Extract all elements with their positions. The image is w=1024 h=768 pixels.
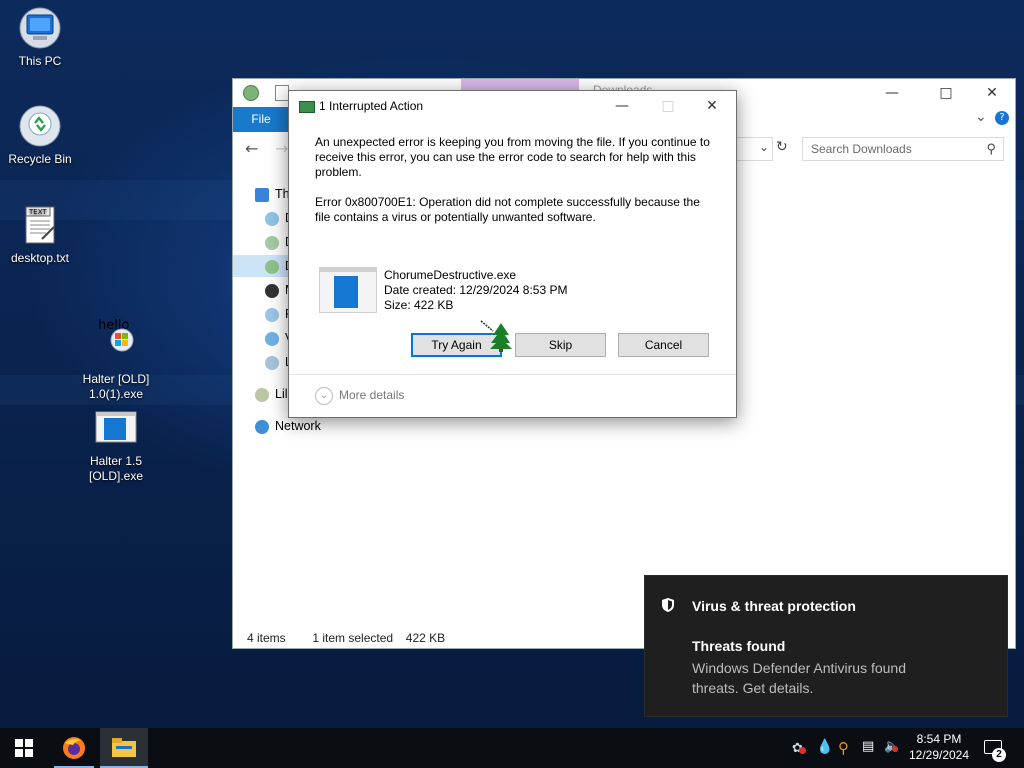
action-center-button[interactable]: 2 <box>978 728 1024 768</box>
taskbar-file-explorer[interactable] <box>100 728 148 768</box>
search-key-icon[interactable]: ⚲ <box>838 739 849 757</box>
desktop-icon-label: Recycle Bin <box>8 152 72 166</box>
nav-label: Network <box>275 419 321 433</box>
desktop-icon-this-pc[interactable]: This PC <box>2 6 78 69</box>
search-placeholder: Search Downloads <box>811 142 912 156</box>
downloads-icon <box>265 259 279 274</box>
file-tab[interactable]: File <box>233 107 289 132</box>
desktop-icon-label: desktop.txt <box>10 251 70 265</box>
taskbar-firefox[interactable] <box>50 728 98 768</box>
notification-count-badge: 2 <box>992 748 1006 762</box>
computer-icon <box>18 6 62 50</box>
status-item-count: 4 items <box>247 631 286 645</box>
quick-access-icon[interactable] <box>243 85 259 101</box>
dialog-close-button[interactable]: ✕ <box>689 91 735 121</box>
clock[interactable]: 8:54 PM 12/29/2024 <box>904 731 974 763</box>
svg-text:TEXT: TEXT <box>28 208 47 216</box>
file-name: ChorumeDestructive.exe <box>384 268 517 282</box>
forward-arrow-icon[interactable]: → <box>275 139 288 158</box>
shield-icon <box>661 597 675 616</box>
computer-icon <box>255 187 269 202</box>
status-bar: 4 items 1 item selected 422 KB <box>247 631 445 645</box>
toast-app-name: Virus & threat protection <box>692 598 856 614</box>
desktop-icon-desktop-txt[interactable]: TEXT desktop.txt <box>2 203 78 266</box>
cancel-button[interactable]: Cancel <box>618 333 709 357</box>
water-drop-icon[interactable]: 💧 <box>816 739 833 755</box>
dialog-minimize-button[interactable]: — <box>599 91 645 121</box>
interrupted-action-dialog[interactable]: 1 Interrupted Action — □ ✕ An unexpected… <box>288 90 737 418</box>
desktop-icon-recycle-bin[interactable]: Recycle Bin <box>2 104 78 167</box>
address-dropdown-icon[interactable]: ⌄ <box>759 140 769 154</box>
desktop-icon-halter-old[interactable]: Halter [OLD] 1.0(1).exe <box>78 324 154 402</box>
firefox-icon <box>63 737 85 759</box>
installer-icon <box>94 324 138 368</box>
status-selected: 1 item selected <box>312 631 394 645</box>
clock-time: 8:54 PM <box>916 732 962 746</box>
explorer-maximize-button[interactable]: □ <box>923 79 969 107</box>
nav-network[interactable]: Network <box>255 415 321 437</box>
more-details-toggle[interactable]: ⌄ More details <box>315 387 404 405</box>
ribbon-expand-icon[interactable]: ⌄ <box>975 109 987 125</box>
clock-date: 12/29/2024 <box>908 748 970 762</box>
file-size: Size: 422 KB <box>384 298 454 312</box>
dialog-title: 1 Interrupted Action <box>319 99 424 113</box>
help-icon[interactable]: ? <box>995 111 1009 125</box>
defender-notification[interactable]: Virus & threat protection Threats found … <box>644 575 1008 717</box>
recycle-bin-icon <box>18 104 62 148</box>
desktop-icon-label: This PC <box>18 54 62 68</box>
desktop-icon-label: Halter 1.5 [OLD].exe <box>88 454 144 483</box>
music-icon <box>265 283 279 298</box>
exe-file-icon <box>94 406 138 450</box>
volume-muted-icon[interactable]: 🔈 <box>884 739 900 754</box>
refresh-icon[interactable]: ↻ <box>776 139 788 155</box>
system-tray: ✿ 💧 ⚲ ▤ 🔈 <box>790 728 900 768</box>
file-date-created: Date created: 12/29/2024 8:53 PM <box>384 283 568 297</box>
file-thumbnail-icon <box>319 267 377 313</box>
folder-icon <box>265 235 279 250</box>
dialog-maximize-button[interactable]: □ <box>645 91 691 121</box>
toast-body: Windows Defender Antivirus found threats… <box>692 660 906 696</box>
file-move-icon <box>299 101 315 113</box>
nav-label: Lil <box>275 387 288 401</box>
search-icon[interactable]: ⚲ <box>986 141 996 157</box>
desktop-icon-label: Halter [OLD] 1.0(1).exe <box>82 372 150 401</box>
search-downloads-input[interactable]: Search Downloads ⚲ <box>802 137 1004 161</box>
dialog-separator <box>289 374 736 375</box>
drive-icon <box>265 355 279 370</box>
network-icon <box>255 419 269 434</box>
desktop-icon-halter-15[interactable]: Halter 1.5 [OLD].exe <box>78 406 154 484</box>
more-details-label: More details <box>339 388 405 403</box>
back-arrow-icon[interactable]: ← <box>245 139 258 158</box>
chevron-down-icon: ⌄ <box>315 387 333 405</box>
pictures-icon <box>265 307 279 322</box>
folder-icon <box>265 211 279 226</box>
nav-this-pc[interactable]: Th <box>255 183 290 205</box>
windows-logo-icon <box>15 739 33 757</box>
nav-libraries[interactable]: Lil <box>255 383 288 405</box>
defender-alert-icon[interactable]: ✿ <box>792 741 806 756</box>
dialog-message: An unexpected error is keeping you from … <box>315 135 710 179</box>
dialog-error-text: Error 0x800700E1: Operation did not comp… <box>315 195 700 224</box>
status-size: 422 KB <box>405 631 446 645</box>
properties-icon[interactable] <box>275 85 289 101</box>
explorer-minimize-button[interactable]: — <box>869 79 915 107</box>
explorer-close-button[interactable]: ✕ <box>969 79 1015 107</box>
libraries-icon <box>255 387 269 402</box>
network-icon[interactable]: ▤ <box>862 739 874 754</box>
start-button[interactable] <box>0 728 48 768</box>
toast-title: Threats found <box>692 638 786 654</box>
videos-icon <box>265 331 279 346</box>
address-bar[interactable]: ⌄ <box>733 137 773 161</box>
taskbar: ✿ 💧 ⚲ ▤ 🔈 8:54 PM 12/29/2024 2 <box>0 728 1024 768</box>
text-file-icon: TEXT <box>18 203 62 247</box>
skip-button[interactable]: Skip <box>515 333 606 357</box>
folder-icon <box>112 738 136 757</box>
tree-cursor-icon <box>479 319 513 356</box>
